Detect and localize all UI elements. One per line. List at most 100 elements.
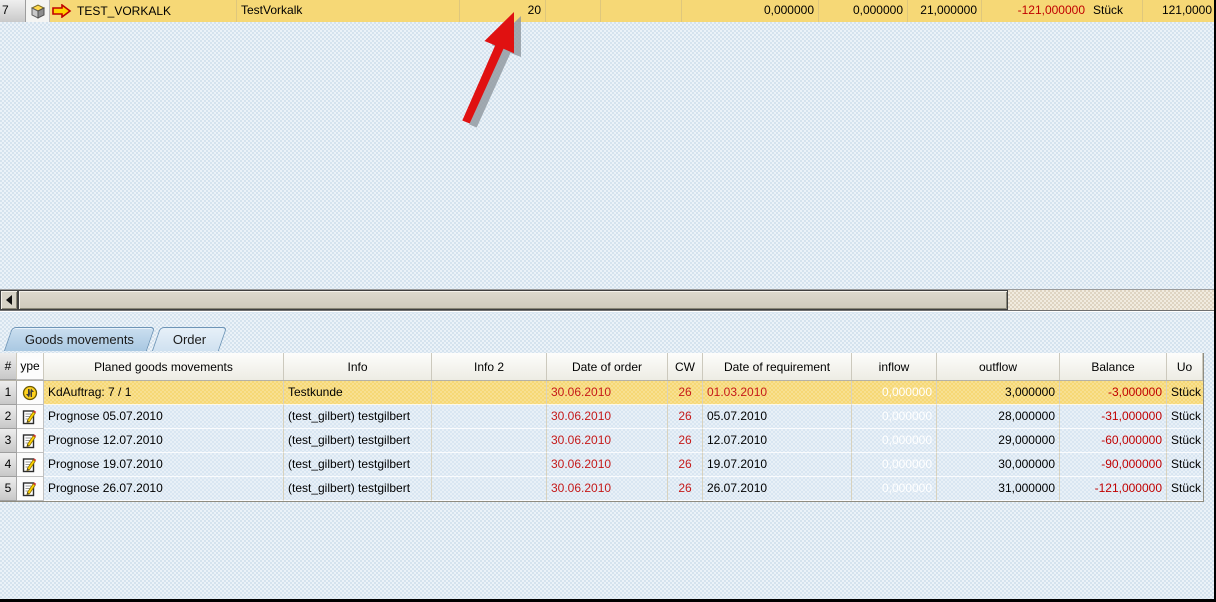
order-date-cell: 30.06.2010 — [547, 381, 668, 405]
requirement-date-cell: 01.03.2010 — [703, 381, 852, 405]
sales-order-icon — [22, 385, 38, 401]
material-cube-icon — [28, 3, 47, 20]
info-cell: (test_gilbert) testgilbert — [284, 477, 432, 501]
col-header-info2[interactable]: Info 2 — [432, 353, 547, 380]
upper-row-value-a: 0,000000 — [682, 0, 819, 22]
col-header-movements[interactable]: Planed goods movements — [44, 353, 284, 380]
type-cell — [17, 453, 44, 477]
order-date-cell: 30.06.2010 — [547, 477, 668, 501]
material-cube-icon-cell — [26, 0, 50, 22]
col-header-outflow[interactable]: outflow — [937, 353, 1060, 380]
col-header-inflow[interactable]: inflow — [852, 353, 937, 380]
order-date-cell: 30.06.2010 — [547, 429, 668, 453]
scrollbar-thumb[interactable] — [18, 290, 1008, 310]
cw-cell: 26 — [668, 429, 703, 453]
tab-order[interactable]: Order — [152, 327, 227, 351]
inflow-cell: 0,000000 — [852, 405, 937, 429]
info-cell: (test_gilbert) testgilbert — [284, 429, 432, 453]
type-cell — [17, 477, 44, 501]
table-header-row: # ype Planed goods movements Info Info 2… — [0, 353, 1203, 381]
inflow-cell: 0,000000 — [852, 381, 937, 405]
table-row[interactable]: 3 Prognose 12.07.2010 (test_gilbert) tes… — [0, 429, 1203, 453]
cw-cell: 26 — [668, 405, 703, 429]
cw-cell: 26 — [668, 381, 703, 405]
tab-strip: Goods movements Order — [8, 327, 223, 351]
balance-cell: -90,000000 — [1060, 453, 1167, 477]
outflow-cell: 3,000000 — [937, 381, 1060, 405]
table-row[interactable]: 1 KdAuftrag: 7 / 1 Testkunde 30.06.2010 … — [0, 381, 1203, 405]
row-number-cell: 1 — [0, 381, 17, 405]
requirement-date-cell: 05.07.2010 — [703, 405, 852, 429]
goods-movements-table: # ype Planed goods movements Info Info 2… — [0, 353, 1204, 502]
inflow-cell: 0,000000 — [852, 477, 937, 501]
requirement-date-cell: 19.07.2010 — [703, 453, 852, 477]
inflow-cell: 0,000000 — [852, 429, 937, 453]
row-number-cell: 3 — [0, 429, 17, 453]
info-cell: (test_gilbert) testgilbert — [284, 453, 432, 477]
order-date-cell: 30.06.2010 — [547, 453, 668, 477]
edit-document-icon — [22, 481, 38, 497]
movement-cell: KdAuftrag: 7 / 1 — [44, 381, 284, 405]
upper-row-value-b: 0,000000 — [819, 0, 908, 22]
uom-cell: Stück — [1167, 381, 1203, 405]
cw-cell: 26 — [668, 453, 703, 477]
upper-row-name: TEST_VORKALK — [77, 1, 171, 22]
scroll-left-arrow-icon — [6, 295, 12, 305]
table-row[interactable]: 5 Prognose 26.07.2010 (test_gilbert) tes… — [0, 477, 1203, 501]
table-row[interactable]: 4 Prognose 19.07.2010 (test_gilbert) tes… — [0, 453, 1203, 477]
upper-row-description: TestVorkalk — [237, 0, 460, 22]
col-header-uom[interactable]: Uo — [1167, 353, 1203, 380]
outflow-cell: 31,000000 — [937, 477, 1060, 501]
tab-order-label: Order — [173, 332, 206, 347]
uom-cell: Stück — [1167, 453, 1203, 477]
edit-document-icon — [22, 457, 38, 473]
table-row[interactable]: 2 Prognose 05.07.2010 (test_gilbert) tes… — [0, 405, 1203, 429]
info2-cell — [432, 381, 547, 405]
upper-row-number: 7 — [0, 0, 26, 22]
tab-goods-movements[interactable]: Goods movements — [4, 327, 155, 351]
horizontal-scrollbar[interactable] — [0, 289, 1216, 310]
balance-cell: -3,000000 — [1060, 381, 1167, 405]
info-cell: Testkunde — [284, 381, 432, 405]
uom-cell: Stück — [1167, 405, 1203, 429]
requirement-date-cell: 26.07.2010 — [703, 477, 852, 501]
info2-cell — [432, 477, 547, 501]
row-number-cell: 2 — [0, 405, 17, 429]
outflow-cell: 30,000000 — [937, 453, 1060, 477]
col-header-cw[interactable]: CW — [668, 353, 703, 380]
col-header-info[interactable]: Info — [284, 353, 432, 380]
col-header-order-date[interactable]: Date of order — [547, 353, 668, 380]
upper-row-empty-cell — [601, 0, 682, 22]
outflow-cell: 29,000000 — [937, 429, 1060, 453]
uom-cell: Stück — [1167, 429, 1203, 453]
upper-grid-row[interactable]: 7 TEST_VORKALK TestVorkalk 20 0,000000 0… — [0, 0, 1216, 22]
type-cell — [17, 429, 44, 453]
col-header-requirement[interactable]: Date of requirement — [703, 353, 852, 380]
upper-row-name-cell: TEST_VORKALK — [50, 0, 237, 22]
balance-cell: -31,000000 — [1060, 405, 1167, 429]
cw-cell: 26 — [668, 477, 703, 501]
upper-row-value-c: 21,000000 — [908, 0, 982, 22]
col-header-number[interactable]: # — [0, 353, 17, 380]
row-number-cell: 4 — [0, 453, 17, 477]
inflow-cell: 0,000000 — [852, 453, 937, 477]
movement-cell: Prognose 26.07.2010 — [44, 477, 284, 501]
order-date-cell: 30.06.2010 — [547, 405, 668, 429]
col-header-type[interactable]: ype — [17, 353, 44, 380]
tab-goods-movements-label: Goods movements — [25, 332, 134, 347]
pane-splitter[interactable] — [0, 310, 1216, 313]
type-cell — [17, 381, 44, 405]
upper-row-value-d: 121,0000 — [1143, 0, 1216, 22]
info-cell: (test_gilbert) testgilbert — [284, 405, 432, 429]
upper-row-empty-cell — [546, 0, 601, 22]
upper-row-balance: -121,000000 — [982, 0, 1089, 22]
col-header-balance[interactable]: Balance — [1060, 353, 1167, 380]
edit-document-icon — [22, 409, 38, 425]
goto-arrow-icon[interactable] — [52, 4, 72, 18]
info2-cell — [432, 405, 547, 429]
row-number-cell: 5 — [0, 477, 17, 501]
outflow-cell: 28,000000 — [937, 405, 1060, 429]
type-cell — [17, 405, 44, 429]
scrollbar-left-button[interactable] — [0, 290, 18, 310]
application-window: 7 TEST_VORKALK TestVorkalk 20 0,000000 0… — [0, 0, 1216, 602]
